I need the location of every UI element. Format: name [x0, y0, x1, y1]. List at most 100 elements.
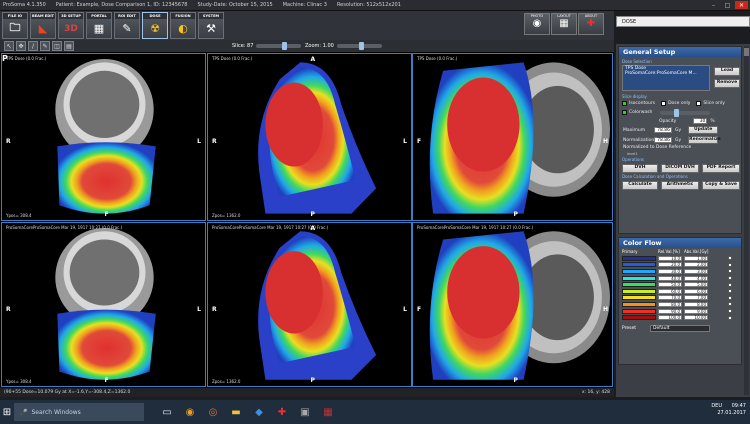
- row-checkbox[interactable]: [728, 256, 732, 261]
- rel-value[interactable]: 40.0: [658, 275, 682, 281]
- slice-only-radio[interactable]: [696, 101, 702, 106]
- windows-start-icon[interactable]: ⊞: [0, 400, 14, 424]
- rel-value[interactable]: 60.0: [658, 288, 682, 294]
- isocontours-checkbox[interactable]: [622, 101, 627, 106]
- rel-value[interactable]: 80.0: [658, 301, 682, 307]
- colorwash-checkbox[interactable]: [622, 110, 627, 115]
- color-flow-row[interactable]: 20.0 2.00: [619, 262, 741, 269]
- photo-button[interactable]: PHOTO ◉: [524, 13, 550, 35]
- color-flow-row[interactable]: 40.0 4.00: [619, 275, 741, 282]
- pan-tool-icon[interactable]: ✥: [16, 41, 26, 51]
- explorer-icon[interactable]: ▬: [227, 403, 245, 421]
- color-swatch[interactable]: [622, 315, 656, 321]
- abs-value[interactable]: 5.00: [684, 282, 708, 288]
- rel-value[interactable]: 20.0: [658, 262, 682, 268]
- dose-list-item[interactable]: ProSomaCore:ProSomaCore M...: [623, 71, 709, 76]
- color-flow-row[interactable]: 50.0 5.00: [619, 281, 741, 288]
- office-icon[interactable]: ▦: [319, 403, 337, 421]
- rel-value[interactable]: 10.0: [658, 255, 682, 261]
- renormalize-button[interactable]: Renormalize: [688, 136, 721, 144]
- portal-button[interactable]: PORTAL ▦: [86, 12, 112, 39]
- app-icon[interactable]: ◆: [250, 403, 268, 421]
- row-checkbox[interactable]: [728, 262, 732, 267]
- color-swatch[interactable]: [622, 308, 656, 314]
- color-flow-row[interactable]: 100.0 10.00: [619, 314, 741, 321]
- abs-value[interactable]: 7.00: [684, 295, 708, 301]
- row-checkbox[interactable]: [728, 295, 732, 300]
- copy-save-button[interactable]: Copy & Save: [702, 180, 740, 190]
- grid-tool-icon[interactable]: ▤: [64, 41, 74, 51]
- prosoma-icon[interactable]: ✚: [273, 403, 291, 421]
- row-checkbox[interactable]: [728, 315, 732, 320]
- color-swatch[interactable]: [622, 288, 656, 294]
- fusion-button[interactable]: FUSION ◐: [170, 12, 196, 39]
- row-checkbox[interactable]: [728, 282, 732, 287]
- color-swatch[interactable]: [622, 275, 656, 281]
- row-checkbox[interactable]: [728, 269, 732, 274]
- color-flow-row[interactable]: 60.0 6.00: [619, 288, 741, 295]
- pdf-report-button[interactable]: PDF Report: [702, 163, 740, 173]
- close-button[interactable]: ✕: [735, 1, 748, 9]
- color-swatch[interactable]: [622, 268, 656, 274]
- rel-value[interactable]: 30.0: [658, 268, 682, 274]
- maximum-input[interactable]: 78.86: [654, 127, 672, 133]
- abs-value[interactable]: 2.00: [684, 262, 708, 268]
- color-flow-row[interactable]: 90.0 9.00: [619, 308, 741, 315]
- dose-viewport[interactable]: TPS Dose (0.0 Frac.) F H P: [412, 53, 613, 221]
- dose-viewport[interactable]: TPS Dose (0.0 Frac.) R L A P Zpos= 1362.…: [207, 53, 412, 221]
- dose-button[interactable]: DOSE ☢: [142, 12, 168, 39]
- roi-edit-button[interactable]: ROI EDIT ✎: [114, 12, 140, 39]
- calculate-button[interactable]: Calculate: [622, 180, 658, 190]
- arithmetic-button[interactable]: Arithmetic: [661, 180, 699, 190]
- normalization-input[interactable]: 78.86: [654, 137, 672, 143]
- row-checkbox[interactable]: [728, 289, 732, 294]
- color-swatch[interactable]: [622, 255, 656, 261]
- color-swatch[interactable]: [622, 262, 656, 268]
- panel-scrollbar[interactable]: [744, 46, 749, 395]
- color-swatch[interactable]: [622, 295, 656, 301]
- dicom-dvh-button[interactable]: DICOM DVH: [661, 163, 699, 173]
- color-flow-row[interactable]: 10.0 1.00: [619, 255, 741, 262]
- row-checkbox[interactable]: [728, 276, 732, 281]
- rel-value[interactable]: 70.0: [658, 295, 682, 301]
- file-io-button[interactable]: FILE IO 🗀: [2, 12, 28, 39]
- color-flow-row[interactable]: 80.0 8.00: [619, 301, 741, 308]
- abs-value[interactable]: 1.00: [684, 255, 708, 261]
- chrome-icon[interactable]: ◉: [181, 403, 199, 421]
- draw-tool-icon[interactable]: /: [28, 41, 38, 51]
- abs-value[interactable]: 6.00: [684, 288, 708, 294]
- dose-viewport[interactable]: TPS Dose (0.0 Frac.) R L F Ypos= 308.4: [1, 53, 206, 221]
- color-swatch[interactable]: [622, 282, 656, 288]
- abs-value[interactable]: 9.00: [684, 308, 708, 314]
- row-checkbox[interactable]: [728, 309, 732, 314]
- dose-viewport[interactable]: ProSomaCoreProSomaCore Mar 19, 1917 10:2…: [1, 222, 206, 387]
- remove-button[interactable]: Remove: [714, 79, 740, 88]
- color-swatch[interactable]: [622, 301, 656, 307]
- dose-list[interactable]: TPS Dose ProSomaCore:ProSomaCore M...: [622, 65, 710, 91]
- abs-value[interactable]: 10.00: [684, 315, 708, 321]
- dose-viewport[interactable]: ProSomaCoreProSomaCore Mar 19, 1917 10:2…: [412, 222, 613, 387]
- load-button[interactable]: Load: [714, 67, 740, 76]
- rel-value[interactable]: 90.0: [658, 308, 682, 314]
- abs-value[interactable]: 4.00: [684, 275, 708, 281]
- rel-value[interactable]: 100.0: [658, 315, 682, 321]
- opacity-input[interactable]: 30: [693, 118, 708, 124]
- row-checkbox[interactable]: [728, 302, 732, 307]
- abs-value[interactable]: 8.00: [684, 301, 708, 307]
- pointer-tool-icon[interactable]: ↖: [4, 41, 14, 51]
- window-icon[interactable]: ▣: [296, 403, 314, 421]
- about-button[interactable]: ABOUT ✚: [578, 13, 604, 35]
- color-flow-row[interactable]: 70.0 7.00: [619, 295, 741, 302]
- beam-edit-button[interactable]: BEAM EDIT ◣: [30, 12, 56, 39]
- 3d-setup-button[interactable]: 3D SETUP 3D: [58, 12, 84, 39]
- maximize-button[interactable]: □: [721, 1, 734, 9]
- window-level-icon[interactable]: ◫: [52, 41, 62, 51]
- abs-value[interactable]: 3.00: [684, 268, 708, 274]
- dose-viewport[interactable]: ProSomaCoreProSomaCore Mar 19, 1917 10:2…: [207, 222, 412, 387]
- measure-tool-icon[interactable]: ✎: [40, 41, 50, 51]
- firefox-icon[interactable]: ◎: [204, 403, 222, 421]
- dvh-button[interactable]: DVH: [622, 163, 658, 173]
- task-view-icon[interactable]: ▭: [158, 403, 176, 421]
- minimize-button[interactable]: –: [707, 1, 720, 9]
- color-flow-row[interactable]: 30.0 3.00: [619, 268, 741, 275]
